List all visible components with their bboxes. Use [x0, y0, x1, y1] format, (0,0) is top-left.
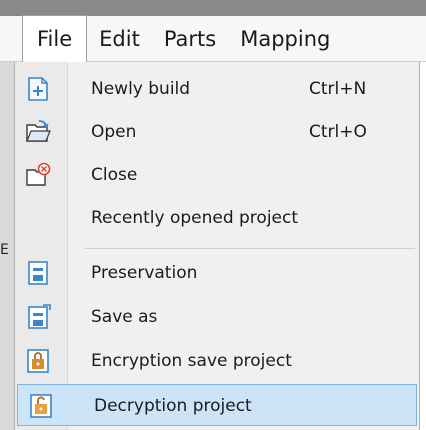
- menu-item-close[interactable]: Close: [15, 154, 419, 196]
- save-icon: [25, 260, 51, 286]
- menu-bar: File Edit Parts Mapping: [0, 15, 426, 62]
- menu-file[interactable]: File: [22, 15, 88, 62]
- file-menu-dropdown: Newly build Ctrl+N Open Ctrl+O Close Rec…: [14, 62, 420, 430]
- background-window-edge: E: [0, 62, 14, 430]
- menu-separator: [85, 248, 415, 249]
- shortcut-label: Ctrl+N: [309, 79, 367, 99]
- decrypt-project-icon: [28, 393, 54, 419]
- menu-item-label: Open: [91, 122, 137, 142]
- open-folder-icon: [25, 119, 51, 145]
- new-file-icon: [25, 76, 51, 102]
- menu-item-label: Preservation: [91, 263, 198, 283]
- save-as-icon: [25, 304, 51, 330]
- menu-mapping[interactable]: Mapping: [228, 16, 342, 62]
- menu-item-label: Decryption project: [94, 396, 252, 416]
- encrypt-save-icon: [25, 348, 51, 374]
- menu-item-encryption-save[interactable]: Encryption save project: [15, 340, 419, 382]
- menu-edit[interactable]: Edit: [87, 16, 152, 62]
- menu-item-newly-build[interactable]: Newly build Ctrl+N: [15, 68, 419, 110]
- close-folder-icon: [25, 162, 51, 188]
- menu-parts[interactable]: Parts: [152, 16, 228, 62]
- menu-item-label: Save as: [91, 307, 158, 327]
- menu-item-label: Close: [91, 165, 138, 185]
- background-letter: E: [0, 242, 9, 258]
- menu-item-label: Newly build: [91, 79, 191, 99]
- menu-item-save-as[interactable]: Save as: [15, 296, 419, 338]
- shortcut-label: Ctrl+O: [309, 122, 367, 142]
- window-top-strip: [0, 0, 426, 16]
- menu-item-open[interactable]: Open Ctrl+O: [15, 111, 419, 153]
- menu-item-label: Encryption save project: [91, 351, 292, 371]
- menu-item-preservation[interactable]: Preservation: [15, 252, 419, 294]
- menu-item-label: Recently opened project: [91, 208, 299, 228]
- menu-item-decryption-project[interactable]: Decryption project: [17, 384, 417, 426]
- menu-item-recently-opened[interactable]: Recently opened project: [15, 197, 419, 239]
